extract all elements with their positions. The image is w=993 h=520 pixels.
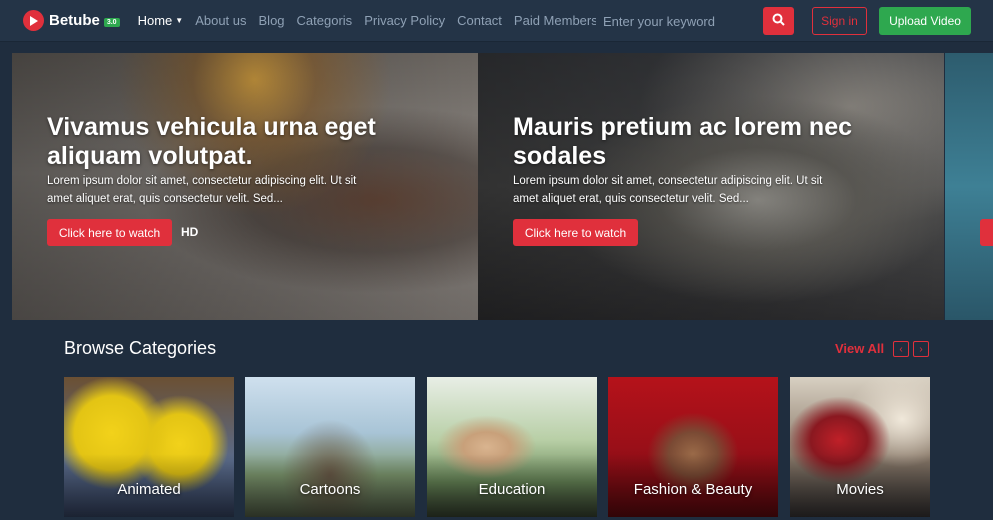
category-card-movies[interactable]: Movies	[790, 377, 930, 517]
category-label: Animated	[117, 481, 181, 498]
slide-description: Lorem ipsum dolor sit amet, consectetur …	[513, 175, 823, 205]
nav-item-label: Contact	[457, 13, 502, 28]
nav-item-home[interactable]: Home ▼	[138, 13, 184, 28]
nav-item-label: Blog	[258, 13, 285, 28]
nav-item-label: Privacy Policy	[364, 13, 446, 28]
brand-name: Betube	[49, 12, 100, 29]
version-badge: 3.0	[103, 18, 120, 27]
nav-item-categories[interactable]: Categoris	[297, 13, 353, 28]
caret-down-icon: ▼	[175, 16, 184, 25]
section-title: Browse Categories	[64, 338, 217, 358]
search-button[interactable]	[763, 7, 794, 35]
category-card-animated[interactable]: Animated	[64, 377, 234, 517]
category-card-fashion-beauty[interactable]: Fashion & Beauty	[608, 377, 778, 517]
watch-button[interactable]: Click here to watch	[47, 219, 172, 246]
next-arrow-button[interactable]: ›	[913, 341, 929, 357]
category-label: Movies	[836, 481, 884, 498]
category-card-cartoons[interactable]: Cartoons	[245, 377, 415, 517]
hero-carousel: Vivamus vehicula urna eget aliquam volut…	[0, 53, 993, 320]
nav-item-about[interactable]: About us	[195, 13, 246, 28]
slide-description: Lorem ipsum dolor sit amet, consectetur …	[47, 175, 357, 205]
prev-arrow-button[interactable]: ‹	[893, 341, 909, 357]
chevron-right-icon: ›	[919, 343, 923, 355]
search-input[interactable]	[596, 8, 762, 35]
sign-in-button[interactable]: Sign in	[812, 7, 867, 35]
nav-item-label: Categoris	[296, 13, 353, 28]
watch-button-peek[interactable]	[980, 219, 993, 246]
hero-slide-peek[interactable]	[945, 53, 993, 320]
search-icon	[772, 13, 785, 29]
hero-slide[interactable]: Mauris pretium ac lorem nec sodales Lore…	[478, 53, 944, 320]
brand-logo-link[interactable]: Betube 3.0	[23, 10, 120, 31]
category-label: Fashion & Beauty	[633, 481, 753, 498]
category-card-education[interactable]: Education	[427, 377, 597, 517]
nav-item-privacy-policy[interactable]: Privacy Policy	[364, 13, 445, 28]
category-label: Cartoons	[299, 481, 361, 498]
nav-item-contact[interactable]: Contact	[457, 13, 502, 28]
slide-title: Vivamus vehicula urna eget aliquam volut…	[47, 113, 376, 170]
main-nav: Home ▼ About us Blog Categoris Privacy P…	[138, 13, 638, 28]
view-all-link[interactable]: View All	[835, 341, 884, 356]
nav-item-label: Home	[137, 13, 173, 28]
play-logo-icon	[23, 10, 44, 31]
nav-item-blog[interactable]: Blog	[259, 13, 285, 28]
hd-badge: HD	[181, 225, 199, 239]
chevron-left-icon: ‹	[899, 343, 903, 355]
upload-video-button[interactable]: Upload Video	[879, 7, 971, 35]
nav-item-label: About us	[195, 13, 247, 28]
top-navbar: Betube 3.0 Home ▼ About us Blog Categori…	[0, 0, 993, 42]
category-label: Education	[478, 481, 546, 498]
slide-title: Mauris pretium ac lorem nec sodales	[513, 113, 853, 170]
watch-button[interactable]: Click here to watch	[513, 219, 638, 246]
hero-slide[interactable]: Vivamus vehicula urna eget aliquam volut…	[12, 53, 478, 320]
